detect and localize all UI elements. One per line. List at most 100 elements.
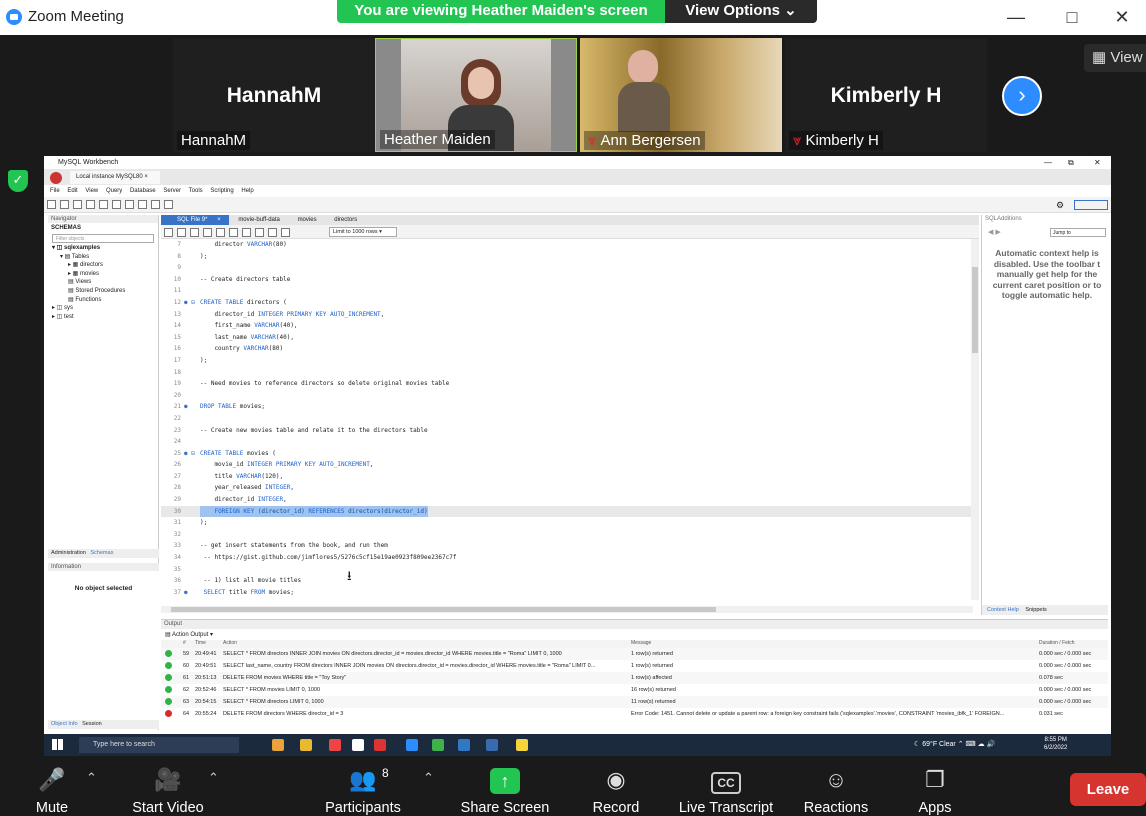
- explain-icon[interactable]: [216, 228, 225, 237]
- code-line[interactable]: 35: [161, 564, 973, 576]
- taskbar-clock[interactable]: 8:55 PM 6/2/2022: [1044, 736, 1067, 752]
- code-line[interactable]: 21 ● DROP TABLE movies;: [161, 401, 973, 413]
- instance-tab[interactable]: Local instance MySQL80 ×: [70, 171, 160, 184]
- menu-file[interactable]: File: [50, 185, 60, 197]
- create-procedure-icon[interactable]: [125, 200, 134, 209]
- create-function-icon[interactable]: [138, 200, 147, 209]
- view-options-button[interactable]: View Options ⌄: [665, 0, 817, 23]
- code-line[interactable]: 12 ● ⊟ CREATE TABLE directors (: [161, 297, 973, 309]
- info-icon[interactable]: [73, 200, 82, 209]
- participant-tile[interactable]: ⩔ Ann Bergersen: [580, 38, 782, 152]
- code-line[interactable]: 26 movie_id INTEGER PRIMARY KEY AUTO_INC…: [161, 459, 973, 471]
- create-view-icon[interactable]: [112, 200, 121, 209]
- commit-icon[interactable]: [255, 228, 264, 237]
- tree-item[interactable]: ▸ ◫ sys: [48, 304, 158, 313]
- code-line[interactable]: 14 first_name VARCHAR(40),: [161, 320, 973, 332]
- output-row[interactable]: 62 20:52:46 SELECT * FROM movies LIMIT 0, …: [161, 684, 1108, 696]
- new-query-icon[interactable]: [47, 200, 56, 209]
- wb-close-icon[interactable]: ✕: [1094, 156, 1101, 169]
- participant-tile-active[interactable]: Heather Maiden: [375, 38, 577, 152]
- tree-item[interactable]: ▸ ▦ movies: [48, 270, 158, 279]
- vertical-scrollbar[interactable]: [971, 239, 979, 600]
- menu-tools[interactable]: Tools: [189, 185, 203, 197]
- output-row[interactable]: 64 20:55:24 DELETE FROM directors WHERE di…: [161, 708, 1108, 720]
- code-line[interactable]: 17);: [161, 355, 973, 367]
- slack-icon[interactable]: [432, 739, 444, 751]
- menu-view[interactable]: View: [85, 185, 98, 197]
- tab-movie-buff-data[interactable]: movie-buff-data: [230, 215, 288, 225]
- save-icon[interactable]: [177, 228, 186, 237]
- start-video-button[interactable]: 🎥 Start Video: [126, 766, 210, 816]
- next-page-button[interactable]: ›: [1002, 76, 1042, 116]
- code-line[interactable]: 37 ● SELECT title FROM movies;: [161, 587, 973, 599]
- create-table-icon[interactable]: [99, 200, 108, 209]
- output-row[interactable]: 61 20:51:13 DELETE FROM movies WHERE title…: [161, 672, 1108, 684]
- tree-item[interactable]: ▸ ◫ test: [48, 313, 158, 322]
- code-line[interactable]: 22: [161, 413, 973, 425]
- layout-toggle-icon[interactable]: [1074, 200, 1108, 210]
- code-line[interactable]: 29 director_id INTEGER,: [161, 494, 973, 506]
- sticky-notes-icon[interactable]: [516, 739, 528, 751]
- menu-query[interactable]: Query: [106, 185, 122, 197]
- participant-tile[interactable]: Kimberly H ⩔ Kimberly H: [785, 38, 987, 152]
- code-line[interactable]: 24: [161, 436, 973, 448]
- output-row[interactable]: 60 20:49:51 SELECT last_name, country FROM…: [161, 660, 1108, 672]
- code-line[interactable]: 25 ● ⊟ CREATE TABLE movies (: [161, 448, 973, 460]
- search-icon[interactable]: [151, 200, 160, 209]
- tree-item[interactable]: ▾ ▤ Tables: [48, 253, 158, 262]
- mute-button[interactable]: 🎤 Mute: [30, 766, 74, 816]
- code-line[interactable]: 7 director VARCHAR(80): [161, 239, 973, 251]
- live-transcript-button[interactable]: CC Live Transcript: [674, 766, 778, 816]
- code-line[interactable]: 8);: [161, 251, 973, 263]
- tab-object-info[interactable]: Object Info: [51, 721, 78, 727]
- create-schema-icon[interactable]: [86, 200, 95, 209]
- code-line[interactable]: 10 -- Create directors table: [161, 274, 973, 286]
- limit-rows-select[interactable]: Limit to 1000 rows ▾: [329, 227, 397, 237]
- stop-icon[interactable]: [229, 228, 238, 237]
- menu-scripting[interactable]: Scripting: [210, 185, 233, 197]
- participant-tile[interactable]: HannahM HannahM: [173, 38, 375, 152]
- code-line[interactable]: 23 -- Create new movies table and relate …: [161, 425, 973, 437]
- code-line[interactable]: 30 FOREIGN KEY (director_id) REFERENCES …: [161, 505, 973, 518]
- file-explorer-icon[interactable]: [300, 739, 312, 751]
- code-line[interactable]: 16 country VARCHAR(80): [161, 343, 973, 355]
- leave-button[interactable]: Leave: [1070, 773, 1146, 806]
- output-row[interactable]: 63 20:54:15 SELECT * FROM directors LIMIT …: [161, 696, 1108, 708]
- tree-item[interactable]: ▤ Stored Procedures: [48, 287, 158, 296]
- audio-options-caret-icon[interactable]: ⌃: [86, 770, 97, 786]
- tab-snippets[interactable]: Snippets: [1025, 607, 1046, 613]
- typora-icon[interactable]: [352, 739, 364, 751]
- open-file-icon[interactable]: [60, 200, 69, 209]
- nav-arrows-icon[interactable]: ◀ ▶: [988, 228, 1001, 236]
- code-line[interactable]: 34 -- https://gist.github.com/jimflores5…: [161, 552, 973, 564]
- output-mode-select[interactable]: ▤ Action Output ▾: [161, 629, 1108, 640]
- code-line[interactable]: 11: [161, 285, 973, 297]
- toggle-error-icon[interactable]: [242, 228, 251, 237]
- code-line[interactable]: 15 last_name VARCHAR(40),: [161, 332, 973, 344]
- autocommit-icon[interactable]: [281, 228, 290, 237]
- code-line[interactable]: 36 -- 1) list all movie titles: [161, 575, 973, 587]
- maximize-icon[interactable]: □: [1052, 2, 1092, 32]
- windows-start-icon[interactable]: [52, 739, 63, 750]
- mysql-workbench-taskbar-icon[interactable]: [486, 739, 498, 751]
- share-screen-button[interactable]: ↑ Share Screen: [458, 766, 552, 816]
- code-line[interactable]: 31);: [161, 517, 973, 529]
- execute-icon[interactable]: [190, 228, 199, 237]
- tab-administration[interactable]: Administration: [51, 550, 86, 556]
- code-line[interactable]: 32: [161, 529, 973, 541]
- tree-item[interactable]: ▤ Functions: [48, 296, 158, 305]
- output-row[interactable]: 59 20:49:41 SELECT * FROM directors INNER …: [161, 648, 1108, 660]
- reconnect-icon[interactable]: [164, 200, 173, 209]
- tab-movies[interactable]: movies: [290, 215, 325, 225]
- close-icon[interactable]: ✕: [1102, 2, 1142, 32]
- horizontal-scrollbar[interactable]: [161, 606, 973, 613]
- code-area[interactable]: 7 director VARCHAR(80) 8); 9 10 -- Create di…: [161, 239, 973, 600]
- rollback-icon[interactable]: [268, 228, 277, 237]
- jump-to-select[interactable]: Jump to: [1050, 228, 1106, 237]
- code-line[interactable]: 27 title VARCHAR(120),: [161, 471, 973, 483]
- code-line[interactable]: 33 -- get insert statements from the book…: [161, 540, 973, 552]
- wb-restore-icon[interactable]: ⧉: [1068, 156, 1074, 169]
- participants-button[interactable]: 👥 Participants 8: [318, 766, 408, 816]
- code-line[interactable]: 18: [161, 367, 973, 379]
- mail-icon[interactable]: [374, 739, 386, 751]
